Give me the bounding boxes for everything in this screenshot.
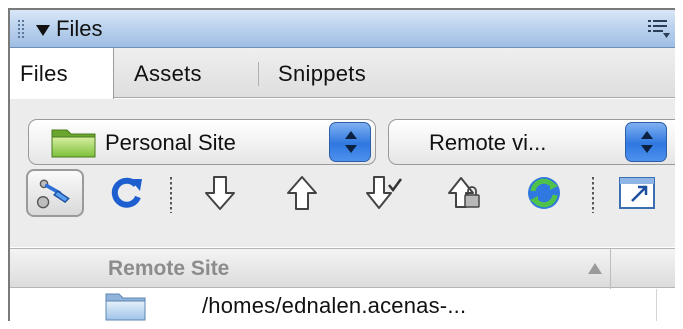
site-select-value: Personal Site bbox=[105, 130, 236, 155]
tab-strip: Files Assets Snippets bbox=[10, 48, 675, 99]
list-item[interactable]: /homes/ednalen.acenas-... bbox=[10, 289, 675, 321]
file-name: /homes/ednalen.acenas-... bbox=[202, 293, 467, 318]
site-select[interactable]: Personal Site bbox=[28, 119, 376, 165]
site-folder-icon bbox=[49, 124, 99, 160]
connect-icon bbox=[36, 179, 70, 209]
tab-assets[interactable]: Assets bbox=[134, 48, 202, 98]
check-in-icon bbox=[448, 177, 480, 208]
check-out-button[interactable] bbox=[360, 171, 408, 215]
get-button[interactable] bbox=[196, 171, 244, 215]
sort-ascending-icon[interactable] bbox=[588, 263, 602, 274]
drag-grip-icon[interactable] bbox=[18, 20, 26, 38]
column-header-remote-site[interactable]: Remote Site bbox=[108, 257, 229, 281]
site-select-stepper[interactable] bbox=[329, 122, 371, 162]
view-select-value: Remote vi... bbox=[429, 130, 547, 155]
tab-files[interactable]: Files bbox=[10, 48, 114, 99]
expand-button[interactable] bbox=[614, 171, 662, 215]
put-button[interactable] bbox=[278, 171, 326, 215]
put-icon bbox=[287, 176, 317, 210]
tab-snippets[interactable]: Snippets bbox=[278, 48, 366, 98]
toolbar-area: Personal Site Remote vi... bbox=[10, 99, 675, 247]
check-in-button[interactable] bbox=[440, 171, 488, 215]
toolbar-separator bbox=[170, 177, 172, 213]
refresh-button[interactable] bbox=[102, 171, 150, 215]
synchronize-icon bbox=[528, 177, 560, 209]
collapse-triangle-icon[interactable] bbox=[36, 25, 50, 36]
get-icon bbox=[205, 176, 235, 210]
folder-icon bbox=[104, 289, 148, 321]
panel-options-menu-icon[interactable] bbox=[647, 18, 671, 40]
toolbar-separator bbox=[592, 177, 594, 213]
tab-divider bbox=[258, 62, 259, 86]
panel-title: Files bbox=[56, 16, 103, 41]
view-select[interactable]: Remote vi... bbox=[388, 119, 675, 165]
refresh-icon bbox=[111, 177, 142, 208]
file-list-header: Remote Site bbox=[10, 248, 675, 289]
files-panel: Files Files Assets Snippets Personal Sit… bbox=[8, 8, 675, 321]
column-divider[interactable] bbox=[610, 249, 611, 289]
row-divider bbox=[656, 289, 657, 321]
panel-title-bar[interactable]: Files bbox=[10, 10, 675, 48]
check-out-icon bbox=[366, 176, 403, 209]
expand-icon bbox=[619, 177, 655, 209]
view-select-stepper[interactable] bbox=[625, 122, 667, 162]
synchronize-button[interactable] bbox=[520, 171, 568, 215]
connect-button[interactable] bbox=[26, 169, 84, 217]
